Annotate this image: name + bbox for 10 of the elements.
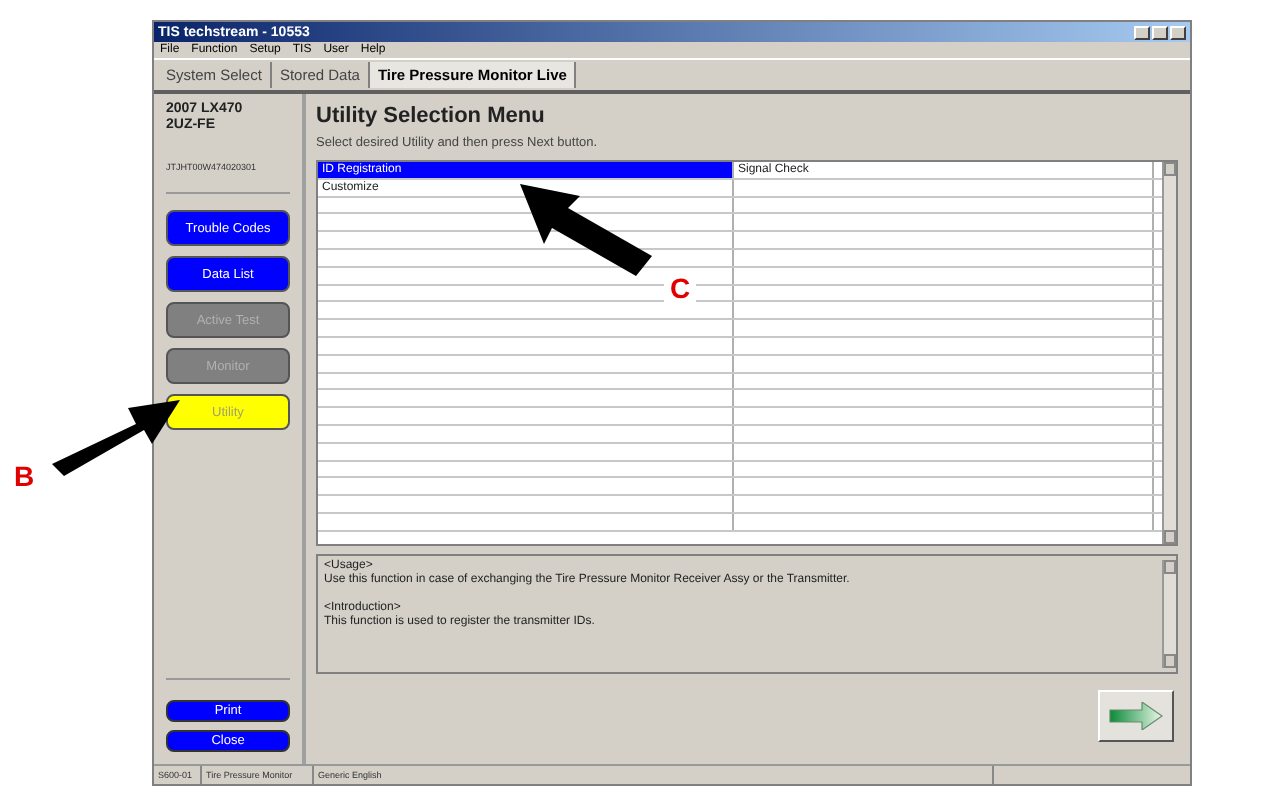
annotation-label: C	[664, 272, 697, 304]
minimize-button[interactable]	[1134, 25, 1150, 39]
annotation-arrow	[516, 180, 656, 280]
close-button[interactable]	[1170, 25, 1186, 39]
arrow-right-icon	[1108, 701, 1164, 729]
page-heading: Utility Selection Menu	[316, 104, 547, 128]
scrollbar[interactable]	[1162, 162, 1176, 544]
next-button[interactable]	[1098, 689, 1174, 741]
maximize-button[interactable]	[1152, 25, 1168, 39]
scrollbar[interactable]	[1162, 560, 1176, 668]
